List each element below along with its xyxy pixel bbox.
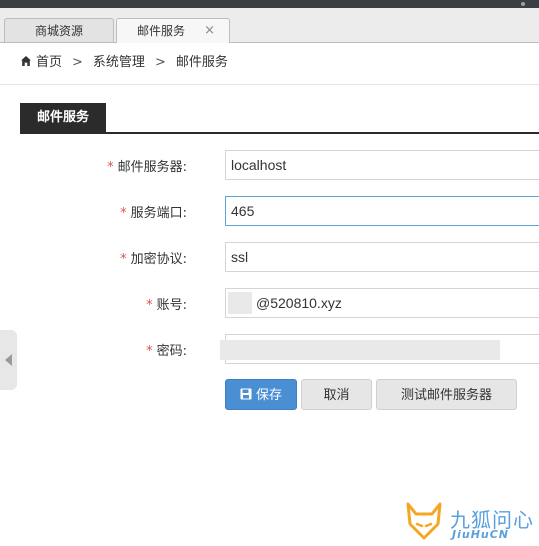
save-icon xyxy=(240,388,252,400)
home-icon xyxy=(21,56,31,66)
redacted-account-prefix xyxy=(228,292,252,314)
required-mark: * xyxy=(120,252,127,267)
form-row-mail-server: * 邮件服务器: localhost xyxy=(0,150,539,182)
tab-label: 邮件服务 xyxy=(136,24,185,38)
form-row-port: * 服务端口: 465 xyxy=(0,196,539,228)
panel-title-tab: 邮件服务 xyxy=(20,103,106,133)
top-bar-indicator xyxy=(521,2,525,6)
port-label-text: 服务端口: xyxy=(130,206,187,221)
port-input[interactable]: 465 xyxy=(225,196,539,226)
test-mail-server-button[interactable]: 测试邮件服务器 xyxy=(376,379,517,410)
account-label-text: 账号: xyxy=(156,298,187,313)
save-button-label: 保存 xyxy=(255,388,282,403)
save-button[interactable]: 保存 xyxy=(225,379,297,410)
window-top-bar xyxy=(0,0,539,8)
mail-server-label: * 邮件服务器: xyxy=(107,156,187,175)
required-mark: * xyxy=(146,344,153,359)
account-input[interactable]: @520810.xyz xyxy=(225,288,539,318)
redacted-password xyxy=(220,340,500,360)
breadcrumb-system-management[interactable]: 系统管理 xyxy=(93,55,145,70)
tab-mail-service[interactable]: 邮件服务 × xyxy=(116,18,230,43)
breadcrumb-divider xyxy=(0,84,539,85)
required-mark: * xyxy=(107,160,114,175)
breadcrumb-separator: > xyxy=(72,55,83,70)
cancel-button[interactable]: 取消 xyxy=(301,379,372,410)
mail-server-input[interactable]: localhost xyxy=(225,150,539,180)
tab-strip: 商城资源 邮件服务 × xyxy=(0,8,539,43)
required-mark: * xyxy=(120,206,127,221)
form-row-account: * 账号: @520810.xyz xyxy=(0,288,539,320)
breadcrumb: 首页 > 系统管理 > 邮件服务 xyxy=(20,54,228,72)
required-mark: * xyxy=(146,298,153,313)
password-label-text: 密码: xyxy=(156,344,187,359)
mail-server-label-text: 邮件服务器: xyxy=(117,160,187,175)
tab-mall-resources[interactable]: 商城资源 xyxy=(4,18,114,42)
password-label: * 密码: xyxy=(146,340,187,359)
encryption-label: * 加密协议: xyxy=(120,248,187,267)
encryption-input[interactable]: ssl xyxy=(225,242,539,272)
encryption-label-text: 加密协议: xyxy=(130,252,187,267)
breadcrumb-current: 邮件服务 xyxy=(175,55,228,70)
tab-label: 商城资源 xyxy=(34,24,83,38)
fox-logo-icon xyxy=(406,502,442,540)
form-row-password: * 密码: xyxy=(0,334,539,366)
tab-close-icon[interactable]: × xyxy=(204,19,215,43)
breadcrumb-home-link[interactable]: 首页 xyxy=(36,55,62,70)
watermark-sub: JiuHuCN xyxy=(452,528,510,541)
account-label: * 账号: xyxy=(146,294,187,313)
watermark: 九狐问心 JiuHuCN xyxy=(404,498,534,542)
panel-title-underline xyxy=(20,132,539,134)
breadcrumb-separator: > xyxy=(154,55,166,70)
port-label: * 服务端口: xyxy=(120,202,187,221)
form-row-encryption: * 加密协议: ssl xyxy=(0,242,539,274)
